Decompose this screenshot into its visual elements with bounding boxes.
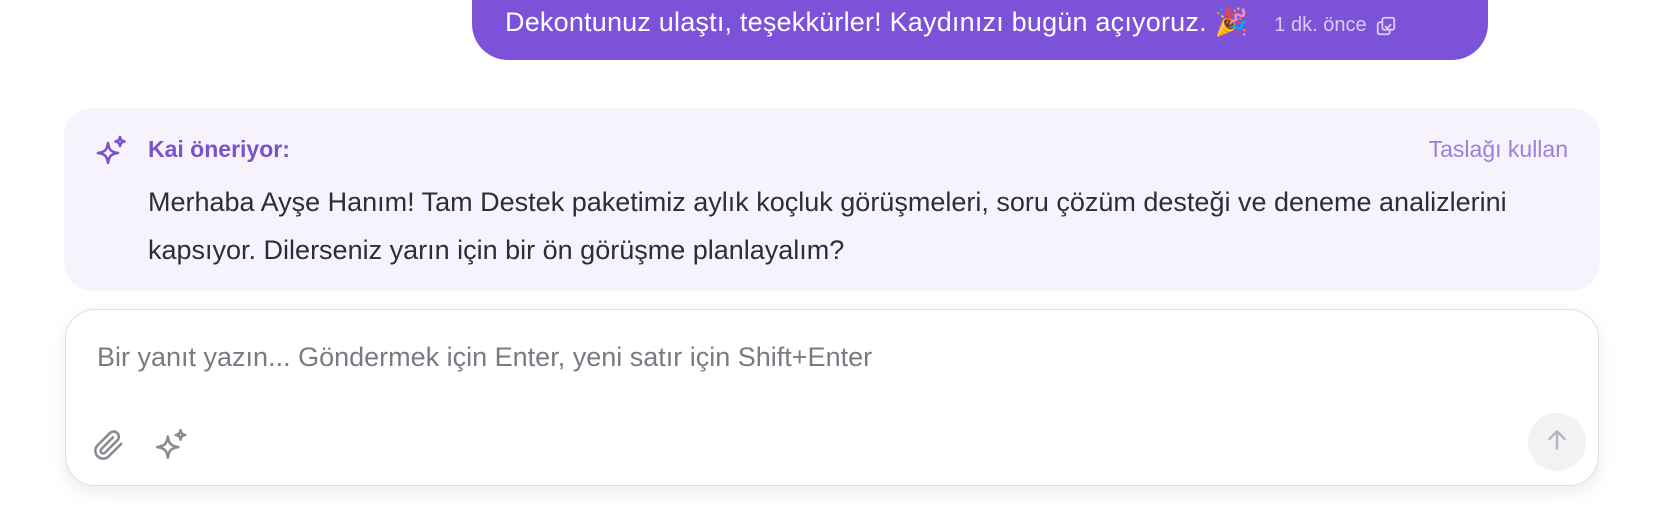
suggestion-title: Kai öneriyor: xyxy=(148,136,290,162)
sparkles-icon xyxy=(94,134,128,168)
message-timestamp: 1 dk. önce xyxy=(1274,14,1367,36)
paperclip-icon xyxy=(91,428,125,467)
ai-assist-button[interactable] xyxy=(151,427,191,467)
message-text: Dekontunuz ulaştı, teşekkürler! Kaydınız… xyxy=(505,7,1249,37)
arrow-up-icon xyxy=(1544,427,1570,458)
ai-suggestion-card: Kai öneriyor: Taslağı kullan Merhaba Ayş… xyxy=(64,108,1600,291)
suggestion-text: Merhaba Ayşe Hanım! Tam Destek paketimiz… xyxy=(148,187,1507,265)
use-draft-button[interactable]: Taslağı kullan xyxy=(1429,136,1568,163)
attach-button[interactable] xyxy=(88,427,128,467)
message-composer xyxy=(65,309,1599,486)
chat-panel: Dekontunuz ulaştı, teşekkürler! Kaydınız… xyxy=(0,0,1664,520)
outgoing-message-bubble: Dekontunuz ulaştı, teşekkürler! Kaydınız… xyxy=(472,0,1488,60)
sparkles-icon xyxy=(153,427,189,468)
reply-input[interactable] xyxy=(97,342,1537,402)
message-meta: 1 dk. önce xyxy=(1274,14,1396,38)
copy-icon[interactable] xyxy=(1375,15,1397,37)
send-button[interactable] xyxy=(1528,413,1586,471)
